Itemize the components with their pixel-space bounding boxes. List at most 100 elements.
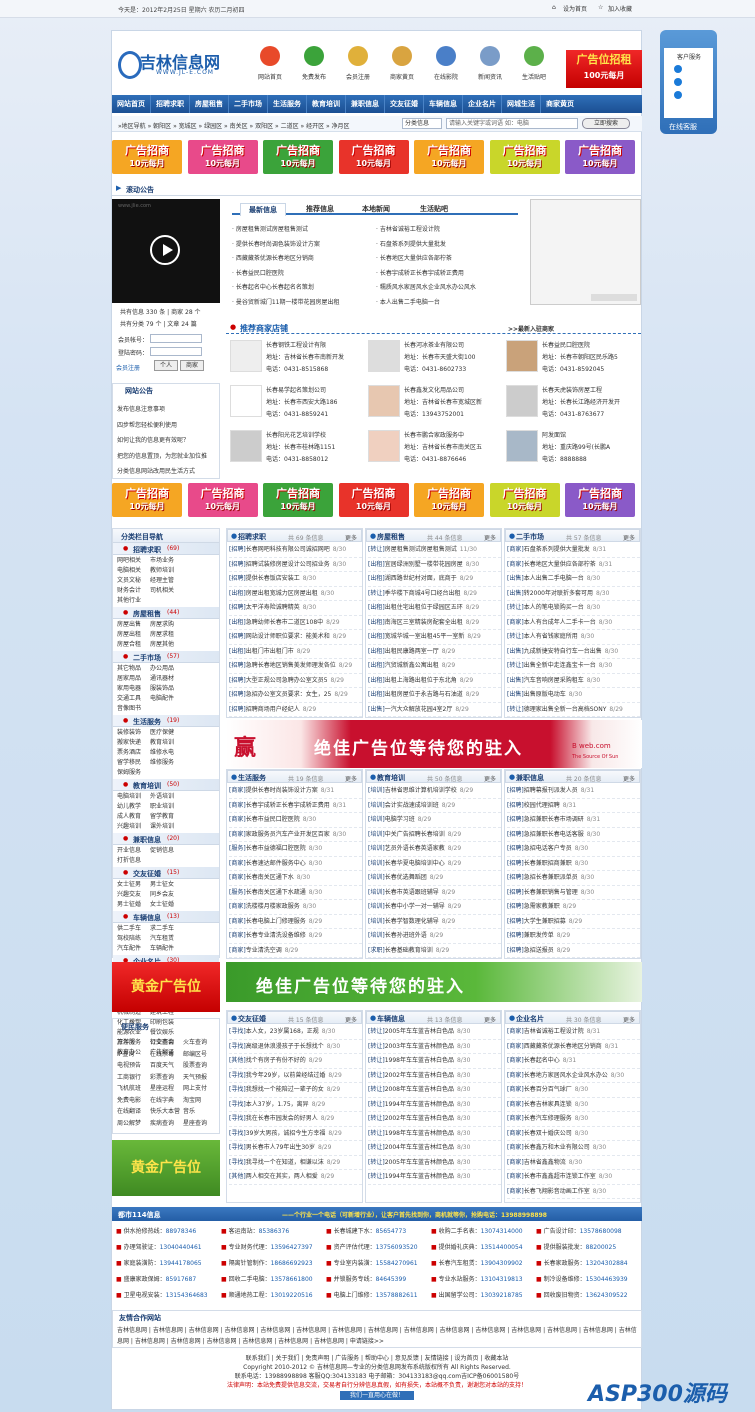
item-title[interactable]: 出租门市出租门市: [246, 648, 294, 655]
list-item[interactable]: [商家]家政服务员汽车产业开发区百家 8/30: [229, 828, 362, 842]
shop-card[interactable]: 长春天虎装饰房屋工程 地址：长春长江路经济开发开 电话：0431-8763677: [502, 381, 637, 421]
list-item[interactable]: [转让]2004年车车蓝吉林红色品 8/30: [368, 1141, 501, 1156]
category-sub-link[interactable]: 课外培训: [150, 822, 183, 832]
list-item[interactable]: [转让]房屋租售测试房屋租售测试 11/30: [368, 543, 501, 558]
list-item[interactable]: [招聘]长春兼职招商兼职 8/30: [507, 857, 640, 871]
item-title[interactable]: 长春兼职招商兼职: [524, 860, 572, 867]
item-title[interactable]: 房屋租售测试房屋租售测试: [385, 546, 457, 553]
shops-more[interactable]: >>最新入驻商家: [508, 324, 554, 333]
shop-card[interactable]: 长春易学起名策划公司 地址：长春市西安大路186 电话：0431-8859241: [226, 381, 361, 421]
directory-entry[interactable]: ■ 制冷设备维修：15304463939: [536, 1274, 640, 1283]
item-title[interactable]: 洗楼楼月楼家政服务: [246, 903, 300, 910]
category-sub-link[interactable]: 房屋其他: [150, 640, 183, 650]
item-title[interactable]: 急招长春兼职派单员: [524, 874, 578, 881]
item-title[interactable]: 长春市益德福口腔医院: [246, 845, 306, 852]
item-title[interactable]: 本人的笔电锁购买一台: [524, 604, 584, 611]
tab-recommend[interactable]: 推荐信息: [306, 204, 334, 214]
section-title[interactable]: 招聘求职: [238, 532, 266, 542]
list-item[interactable]: [出租]宜居绿洲别墅一楼带花园房屋 8/30: [368, 558, 501, 572]
mainnav-item[interactable]: 教育培训: [307, 95, 346, 113]
category-sub-link[interactable]: 搬家快递: [117, 738, 150, 748]
ad-banner[interactable]: 广告招商 10元每月: [565, 483, 635, 517]
category-sub-link[interactable]: 财务会计: [117, 586, 150, 596]
convenience-link[interactable]: 快乐大本营: [150, 1106, 183, 1118]
convenience-link[interactable]: 飞机航班: [117, 1083, 150, 1095]
news-item[interactable]: · 房屋租售测试房屋租售测试: [232, 223, 372, 238]
category-sub-link[interactable]: 电脑相关: [117, 566, 150, 576]
category-sub-link[interactable]: 维修水电: [150, 748, 183, 758]
category-header[interactable]: ● 教育培训 (50): [113, 779, 219, 791]
nav-icon-cinema[interactable]: 在线影院: [428, 46, 464, 86]
category-sub-link[interactable]: 男士征婚: [117, 900, 150, 910]
shop-name[interactable]: 长春钢铁工程设计有限: [266, 340, 326, 349]
category-sub-link[interactable]: 电脑培训: [117, 792, 150, 802]
list-item[interactable]: [转让]本人有省钱家庭所用 8/30: [507, 630, 640, 645]
item-title[interactable]: 急招办公室文员要求：女生，25: [246, 691, 332, 698]
item-title[interactable]: 吉林省思维计算机培训学校: [385, 787, 457, 794]
qq-icon[interactable]: [674, 65, 682, 73]
news-item[interactable]: · 提供长春时尚调色装饰设计方案: [232, 238, 372, 253]
category-sub-link[interactable]: 房屋求租: [150, 630, 183, 640]
directory-entry[interactable]: ■ 收购二手名表：13074314000: [431, 1226, 535, 1235]
shop-card[interactable]: 阿发面馆 地址：重庆路99号(长鹏A 电话：8888888: [502, 426, 637, 466]
list-item[interactable]: [商家]长春市益民口腔医院 8/30: [229, 813, 362, 828]
item-title[interactable]: 汽贸城新鑫公寓出租: [385, 662, 439, 669]
category-sub-link[interactable]: 开业信息: [117, 846, 150, 856]
directory-entry[interactable]: ■ 卫星电视安装：13154364683: [116, 1290, 220, 1299]
ad-banner[interactable]: 广告招商 10元每月: [263, 483, 333, 517]
item-title[interactable]: 长春速达邮件服务中心: [246, 860, 306, 867]
category-sub-link[interactable]: 保姆服务: [117, 768, 150, 778]
ad-banner[interactable]: 广告招商 10元每月: [112, 483, 182, 517]
list-item[interactable]: [培训]艺员外语长春英语家教 8/29: [368, 842, 501, 857]
item-title[interactable]: 2008年车车蓝吉林白色品: [385, 1086, 454, 1093]
mainnav-item[interactable]: 二手市场: [229, 95, 268, 113]
list-item[interactable]: [转让]季华楼下商城4号口经台出租 8/29: [368, 587, 501, 601]
convenience-link[interactable]: 股票查询: [183, 1060, 216, 1072]
list-item[interactable]: [商家]长春专业清洗设备维修 8/29: [229, 929, 362, 944]
video-player[interactable]: www.jlie.com: [112, 199, 220, 303]
convenience-link[interactable]: 疾病查询: [150, 1118, 183, 1130]
category-sub-link[interactable]: 外语培训: [150, 792, 183, 802]
category-sub-link[interactable]: 网吧相关: [117, 556, 150, 566]
item-title[interactable]: 家政服务员汽车产业开发区百家: [246, 831, 330, 838]
convenience-link[interactable]: 音乐: [183, 1106, 216, 1118]
category-sub-link[interactable]: 办公用品: [150, 664, 183, 674]
nav-icon-news[interactable]: 新闻资讯: [472, 46, 508, 86]
list-item[interactable]: [培训]中关广告招聘长春培训 8/29: [368, 828, 501, 842]
convenience-link[interactable]: 公交查询: [150, 1037, 183, 1049]
shop-name[interactable]: 长春河冰茶业有限公司: [404, 340, 464, 349]
item-title[interactable]: 出售原版电动车: [524, 691, 566, 698]
shop-name[interactable]: 长春阳光花艺培训学校: [266, 430, 326, 439]
list-item[interactable]: [出租]宽城华城一室出租45平一室新 8/29: [368, 630, 501, 645]
list-item[interactable]: [其他]两人相交在其实，两人相爱 8/29: [229, 1170, 362, 1185]
directory-entry[interactable]: ■ 广告设计印：13578680098: [536, 1226, 640, 1235]
directory-entry[interactable]: ■ 长春家政服务：13204302884: [536, 1258, 640, 1267]
search-button[interactable]: 立即搜索: [582, 118, 630, 129]
list-item[interactable]: [招聘]急聘长春地区销售美发师理发各位 8/29: [229, 659, 362, 674]
list-item[interactable]: [培训]电脑学习班 8/29: [368, 813, 501, 828]
category-header[interactable]: ● 二手市场 (57): [113, 651, 219, 663]
category-header[interactable]: ● 招聘求职 (69): [113, 543, 219, 555]
list-item[interactable]: [商家]石盘茶系列提供大量批发 8/31: [507, 543, 640, 558]
category-sub-link[interactable]: 兴趣培训: [117, 822, 150, 832]
list-item[interactable]: [招聘]急招送报员 8/29: [507, 944, 640, 958]
category-sub-link[interactable]: 居家用品: [117, 674, 150, 684]
convenience-link[interactable]: 天气预报: [183, 1072, 216, 1084]
item-title[interactable]: 兼职发传单: [524, 932, 554, 939]
category-header[interactable]: ● 兼职信息 (20): [113, 833, 219, 845]
list-item[interactable]: [招聘]招聘前厅经理等职务8/29: [229, 717, 362, 718]
item-title[interactable]: 出租上海路出租位于东北角: [385, 677, 457, 684]
item-title[interactable]: 长春飞翔影音动画工作室: [524, 1188, 590, 1195]
list-item[interactable]: [转让]1998年车车蓝吉林白色品 8/30: [368, 1054, 501, 1069]
category-sub-link[interactable]: 教师培训: [150, 566, 183, 576]
slider-controls[interactable]: [591, 294, 637, 301]
mainnav-item[interactable]: 商家黄页: [541, 95, 579, 113]
item-title[interactable]: 我今年29岁，以前曾经结过婚: [246, 1072, 326, 1079]
item-title[interactable]: 九成新捷安特自行车一台出售: [524, 648, 602, 655]
list-item[interactable]: [商家]长春百分百气球厂 8/30: [507, 1083, 640, 1098]
ad-banner[interactable]: 广告招商 10元每月: [414, 140, 484, 174]
item-title[interactable]: 长春中小学一对一辅导: [385, 903, 445, 910]
section-more-link[interactable]: 更多: [623, 774, 635, 783]
item-title[interactable]: 高级退休浪漫孩子于长想找个: [246, 1043, 324, 1050]
category-sub-link[interactable]: 音像图书: [117, 704, 150, 714]
